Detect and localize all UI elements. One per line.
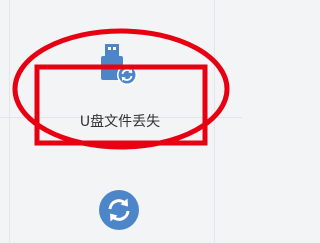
usb-drive-sync-icon <box>101 44 137 85</box>
grid-divider-left <box>9 0 10 243</box>
usb-file-loss-card[interactable]: U盘文件丢失 <box>40 38 200 146</box>
grid-divider-right <box>214 0 215 243</box>
sync-icon[interactable] <box>98 189 140 231</box>
tool-grid-panel: U盘文件丢失 <box>0 0 242 243</box>
usb-file-loss-label: U盘文件丢失 <box>79 114 161 130</box>
